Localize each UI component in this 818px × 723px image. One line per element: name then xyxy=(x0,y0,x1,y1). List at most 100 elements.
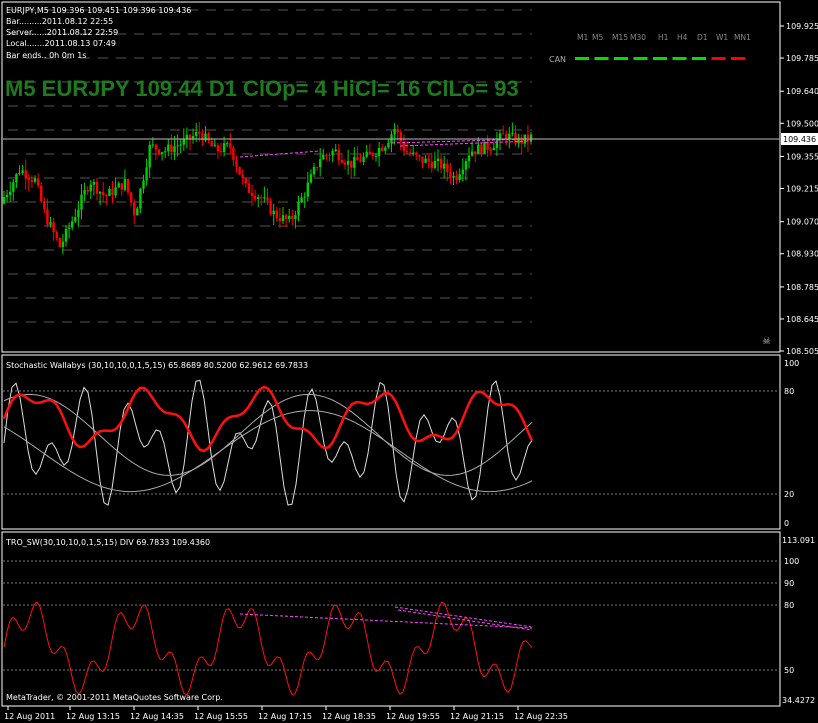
timeframe-label: H1 xyxy=(658,33,669,42)
candle-body xyxy=(123,179,127,190)
candle-body xyxy=(33,178,37,182)
candle-body xyxy=(368,151,371,154)
candle-body xyxy=(27,178,30,181)
candle-body xyxy=(303,196,306,198)
candle-body xyxy=(260,197,263,199)
tro-panel[interactable] xyxy=(1,531,781,707)
timeframe-label: M15 xyxy=(612,33,628,42)
candle-body xyxy=(312,166,316,175)
candle-body xyxy=(446,163,449,173)
candle-body xyxy=(415,152,418,156)
candle-body xyxy=(455,175,458,180)
candle-body xyxy=(269,200,272,215)
candle-body xyxy=(467,155,471,162)
chart-svg[interactable]: EURJPY,M5 109.396 109.451 109.396 109.43… xyxy=(0,0,818,723)
candle-body xyxy=(337,149,340,160)
candle-body xyxy=(244,178,247,184)
candle-body xyxy=(142,180,145,189)
candle-body xyxy=(52,222,55,233)
candle-body xyxy=(418,155,421,157)
candle-body xyxy=(384,147,387,151)
can-status-bar xyxy=(575,57,745,60)
candle-body xyxy=(43,201,46,210)
candle-body xyxy=(334,149,337,152)
timeframe-label: M1 xyxy=(577,33,588,42)
candle-body xyxy=(480,144,483,154)
candle-body xyxy=(526,134,530,141)
candle-body xyxy=(151,144,154,146)
candle-body xyxy=(272,210,275,215)
candle-body xyxy=(5,194,9,198)
price-tick-label: 109.785 xyxy=(786,54,818,63)
timeframe-label: H4 xyxy=(677,33,688,42)
candle-body xyxy=(381,147,384,151)
candle-body xyxy=(40,185,43,202)
time-tick-label: 12 Aug 19:55 xyxy=(386,712,440,721)
candle-body xyxy=(120,183,123,190)
candle-body xyxy=(89,184,92,192)
candle-body xyxy=(139,188,142,209)
candle-body xyxy=(439,158,443,169)
candle-body xyxy=(102,191,105,196)
tro-tick-top: 113.091 xyxy=(782,536,815,545)
candle-body xyxy=(340,159,344,163)
candle-body xyxy=(145,167,148,181)
candle-body xyxy=(241,174,244,179)
candle-body xyxy=(173,146,176,153)
candle-body xyxy=(501,133,505,135)
candle-body xyxy=(353,156,356,168)
candle-body xyxy=(408,152,412,154)
symbol-header: EURJPY,M5 109.396 109.451 109.396 109.43… xyxy=(6,6,191,15)
candle-body xyxy=(483,141,486,154)
candle-body xyxy=(253,195,257,199)
candle-body xyxy=(213,145,216,147)
stoch-tick-20: 20 xyxy=(784,490,794,499)
candle-body xyxy=(114,187,117,196)
time-tick-label: 12 Aug 17:15 xyxy=(258,712,312,721)
candle-body xyxy=(195,131,198,137)
candle-body xyxy=(461,169,464,175)
stochastic-title: Stochastic Wallabys (30,10,10,0,1,5,15) … xyxy=(6,361,308,370)
price-tick-label: 109.640 xyxy=(786,87,818,96)
candle-body xyxy=(64,228,68,242)
can-dash xyxy=(614,57,628,60)
candle-body xyxy=(92,181,96,185)
candle-body xyxy=(67,227,71,229)
candle-body xyxy=(210,140,213,147)
candle-body xyxy=(288,216,291,219)
footer-copyright: MetaTrader, © 2001-2011 MetaQuotes Softw… xyxy=(6,693,223,702)
candle-body xyxy=(198,131,201,134)
candle-body xyxy=(294,215,297,220)
price-tick-label: 109.070 xyxy=(786,218,818,227)
can-dash xyxy=(653,57,667,60)
candle-body xyxy=(21,170,24,173)
candle-body xyxy=(86,190,89,192)
timeframe-label: D1 xyxy=(697,33,708,42)
candle-body xyxy=(470,151,474,156)
time-tick-label: 12 Aug 14:35 xyxy=(130,712,184,721)
candle-body xyxy=(2,197,6,204)
candle-body xyxy=(24,170,27,179)
price-panel[interactable] xyxy=(1,1,781,353)
candle-body xyxy=(350,160,353,168)
price-tick-label: 108.930 xyxy=(786,250,818,259)
timeframe-label: MN1 xyxy=(734,33,751,42)
tro-tick-50: 50 xyxy=(784,666,794,675)
candle-body xyxy=(412,152,415,154)
candle-body xyxy=(489,149,492,151)
price-tick-label: 108.785 xyxy=(786,283,818,292)
candle-body xyxy=(74,217,77,222)
candle-body xyxy=(238,166,241,175)
candle-body xyxy=(182,138,185,145)
candle-body xyxy=(511,132,514,134)
candle-body xyxy=(405,151,409,153)
price-tick-label: 109.500 xyxy=(786,119,818,128)
candle-body xyxy=(396,128,399,133)
candle-body xyxy=(49,222,52,225)
time-axis: 12 Aug 2011 12 Aug 13:15 12 Aug 14:35 12 Au… xyxy=(4,706,568,721)
candle-body xyxy=(58,238,61,248)
candle-body xyxy=(520,137,523,144)
candle-body xyxy=(15,173,18,183)
price-tick-label: 108.505 xyxy=(786,347,818,356)
candle-body xyxy=(300,197,303,203)
